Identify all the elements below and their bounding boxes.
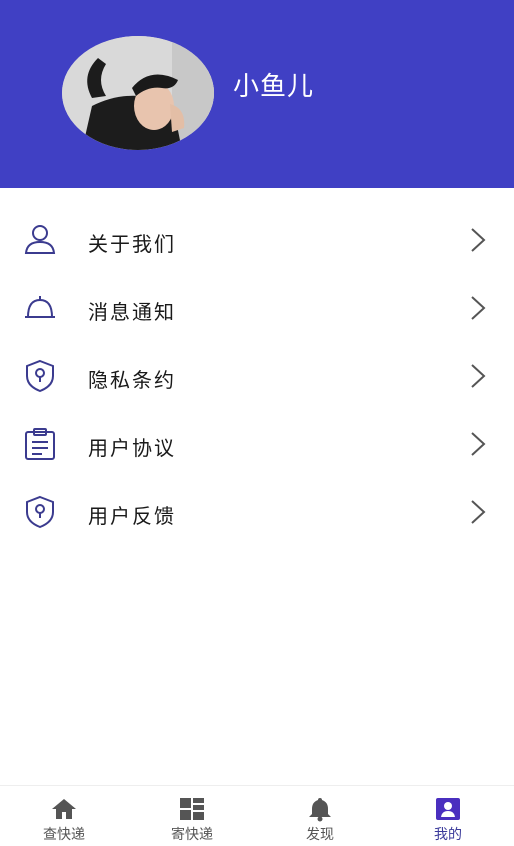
tab-track-package[interactable]: 查快递 xyxy=(0,786,128,846)
chevron-right-icon xyxy=(466,294,490,322)
tab-discover[interactable]: 发现 xyxy=(256,786,384,846)
tab-label: 查快递 xyxy=(43,827,85,843)
grid-icon xyxy=(179,796,205,822)
profile-header: 小鱼儿 xyxy=(0,0,514,188)
chevron-right-icon xyxy=(466,226,490,254)
menu-item-user-agreement[interactable]: 用户协议 xyxy=(0,410,514,478)
menu-item-label: 隐私条约 xyxy=(88,368,176,392)
home-icon xyxy=(51,796,77,822)
bell-icon xyxy=(307,796,333,822)
avatar[interactable] xyxy=(62,36,214,150)
shield-icon xyxy=(22,358,58,394)
tab-label: 发现 xyxy=(306,827,334,843)
chevron-right-icon xyxy=(466,430,490,458)
menu-item-feedback[interactable]: 用户反馈 xyxy=(0,478,514,546)
menu-item-label: 消息通知 xyxy=(88,300,176,324)
shield-icon xyxy=(22,494,58,530)
menu-item-label: 关于我们 xyxy=(88,232,176,256)
settings-menu: 关于我们 消息通知 隐私条约 用户协议 用户反馈 xyxy=(0,206,514,546)
tab-label: 寄快递 xyxy=(171,827,213,843)
clipboard-icon xyxy=(22,426,58,462)
menu-item-privacy-policy[interactable]: 隐私条约 xyxy=(0,342,514,410)
chevron-right-icon xyxy=(466,498,490,526)
user-icon xyxy=(22,222,58,258)
bell-icon xyxy=(22,290,58,326)
bottom-tab-bar: 查快递 寄快递 发现 我的 xyxy=(0,785,514,846)
menu-item-label: 用户反馈 xyxy=(88,504,176,528)
menu-item-about-us[interactable]: 关于我们 xyxy=(0,206,514,274)
menu-item-label: 用户协议 xyxy=(88,436,176,460)
tab-send-package[interactable]: 寄快递 xyxy=(128,786,256,846)
menu-item-notifications[interactable]: 消息通知 xyxy=(0,274,514,342)
chevron-right-icon xyxy=(466,362,490,390)
tab-mine[interactable]: 我的 xyxy=(384,786,512,846)
tab-label: 我的 xyxy=(434,827,462,843)
username: 小鱼儿 xyxy=(233,72,315,102)
profile-icon xyxy=(435,796,461,822)
